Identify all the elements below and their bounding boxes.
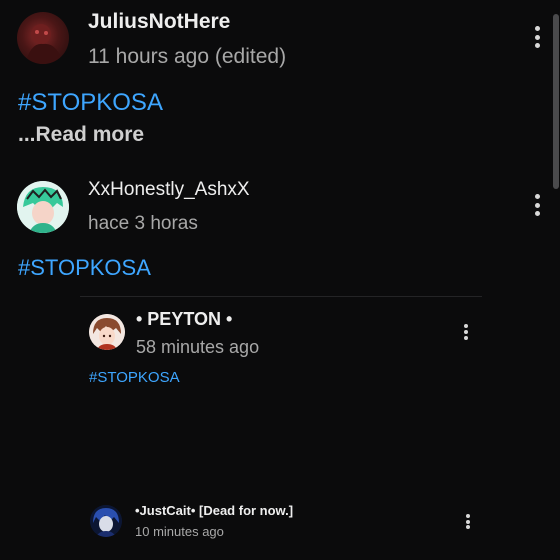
avatar-green-hair-icon <box>17 181 69 233</box>
reply-timestamp: 58 minutes ago <box>136 337 260 357</box>
reply-2: •JustCait• [Dead for now.] 10 minutes ag… <box>80 490 482 560</box>
reply-timestamp: 10 minutes ago <box>135 524 224 539</box>
avatar[interactable] <box>17 12 69 64</box>
comment-1: JuliusNotHere 11 hours ago (edited) #STO… <box>0 0 560 165</box>
avatar[interactable] <box>89 314 125 350</box>
reply-author[interactable]: •JustCait• [Dead for now.] <box>135 503 293 518</box>
reply-author[interactable]: • PEYTON • <box>136 309 232 330</box>
comment-hashtag[interactable]: #STOPKOSA <box>18 255 151 281</box>
avatar-brown-hair-icon <box>89 314 125 350</box>
avatar[interactable] <box>90 505 122 537</box>
comment-author[interactable]: JuliusNotHere <box>88 10 230 34</box>
avatar-blue-dark-icon <box>90 505 122 537</box>
more-options-icon[interactable] <box>530 194 544 216</box>
more-options-icon[interactable] <box>463 514 473 529</box>
avatar-dark-red-icon <box>25 24 63 64</box>
comment-timestamp: hace 3 horas <box>88 213 198 234</box>
comment-hashtag[interactable]: #STOPKOSA <box>18 89 163 117</box>
comment-author[interactable]: XxHonestly_AshxX <box>88 179 250 201</box>
reply-hashtag[interactable]: #STOPKOSA <box>89 369 180 386</box>
more-options-icon[interactable] <box>530 26 544 48</box>
read-more-link[interactable]: ...Read more <box>18 123 144 147</box>
reply-1: • PEYTON • 58 minutes ago #STOPKOSA <box>80 300 482 420</box>
comment-2: XxHonestly_AshxX hace 3 horas #STOPKOSA <box>0 165 560 290</box>
more-options-icon[interactable] <box>461 324 471 340</box>
comment-timestamp: 11 hours ago (edited) <box>88 45 287 68</box>
avatar[interactable] <box>17 181 69 233</box>
replies-divider <box>80 296 482 297</box>
